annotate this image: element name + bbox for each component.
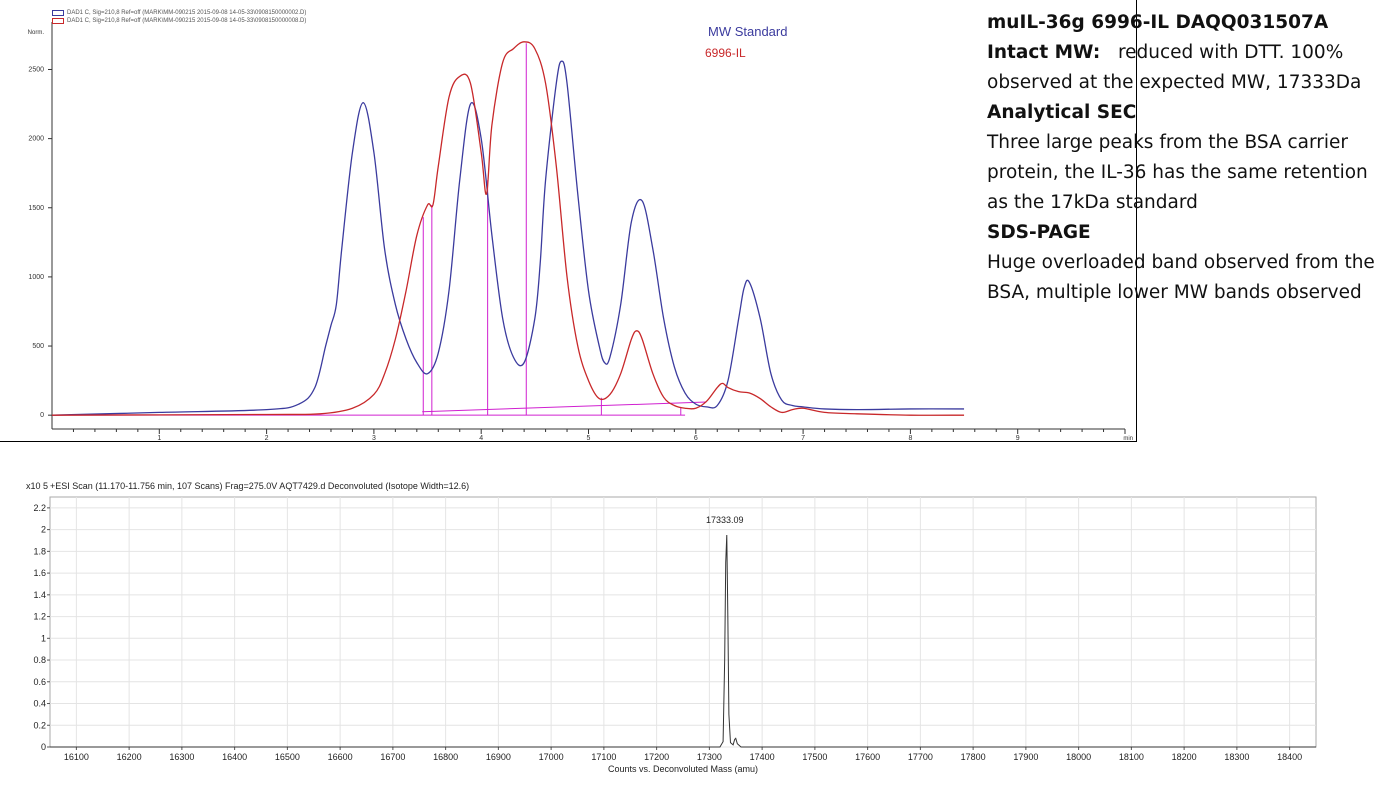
notes-sds-label: SDS-PAGE (987, 222, 1091, 243)
ms-x-tick-label: 17300 (697, 752, 722, 762)
notes-sds-text: Huge overloaded band observed from the B… (987, 252, 1375, 303)
x-tick-label: 8 (908, 435, 912, 442)
ms-x-tick-label: 17200 (644, 752, 669, 762)
notes-intact-label: Intact MW: (987, 42, 1101, 63)
y-tick-label: 0 (40, 412, 44, 419)
ms-x-tick-label: 17000 (539, 752, 564, 762)
y-tick-label: 1500 (28, 205, 44, 212)
y-tick-label: 1000 (28, 274, 44, 281)
ms-x-tick-label: 17900 (1013, 752, 1038, 762)
ms-x-tick-label: 16900 (486, 752, 511, 762)
annotation-mw-standard: MW Standard (708, 24, 788, 39)
ms-y-tick-label: 0.6 (33, 677, 46, 687)
ms-x-tick-label: 18100 (1119, 752, 1144, 762)
notes-title: muIL-36g 6996-IL DAQQ031507A (987, 12, 1329, 33)
ms-x-tick-label: 18000 (1066, 752, 1091, 762)
ms-chart-panel: 0 0.2 0.4 0.6 0.8 1 1.2 1.4 1.6 1.8 2 2.2 16100 16200… (0, 475, 1322, 785)
trace-standard (51, 60, 965, 416)
legend-text-standard: DAD1 C, Sig=210,8 Ref=off (MARK\MM-09021… (67, 9, 307, 16)
ms-x-tick-label: 16800 (433, 752, 458, 762)
ms-x-tick-label: 17600 (855, 752, 880, 762)
ms-chart: 0 0.2 0.4 0.6 0.8 1 1.2 1.4 1.6 1.8 2 2.2 16100 16200… (33, 496, 1317, 774)
legend-entry-sample: DAD1 C, Sig=210,8 Ref=off (MARK\MM-09021… (52, 17, 306, 24)
y-tick-label: 2500 (28, 66, 44, 73)
legend-text-sample: DAD1 C, Sig=210,8 Ref=off (MARK\MM-09021… (67, 17, 307, 24)
y-axis-label: Norm. (28, 30, 45, 36)
notes-sec-text: Three large peaks from the BSA carrier p… (987, 132, 1368, 213)
ms-x-tick-label: 16600 (328, 752, 353, 762)
ms-peak-label: 17333.09 (706, 515, 744, 525)
y-tick-label: 2000 (28, 136, 44, 143)
x-tick-label: 7 (801, 435, 805, 442)
y-tick-label: 500 (32, 343, 44, 350)
trace-6996-il (51, 41, 965, 416)
ms-x-tick-label: 16700 (380, 752, 405, 762)
ms-x-tick-label: 16500 (275, 752, 300, 762)
ms-x-tick-label: 18300 (1224, 752, 1249, 762)
sec-chart-panel: 0 500 1000 1500 2000 2500 Norm. 1 2 3 4 5 6 7 8 9 min DA… (0, 0, 1137, 442)
ms-x-tick-label: 16400 (222, 752, 247, 762)
ms-y-exponent: x10 5 (26, 481, 49, 491)
x-tick-label: 9 (1016, 435, 1020, 442)
legend-entry-standard: DAD1 C, Sig=210,8 Ref=off (MARK\MM-09021… (52, 9, 306, 16)
ms-plot-area (49, 496, 1317, 748)
ms-y-tick-label: 1.8 (33, 546, 46, 556)
x-tick-label: 2 (265, 435, 269, 442)
x-tick-label: 4 (479, 435, 483, 442)
ms-y-tick-label: 1.4 (33, 590, 46, 600)
notes-intact: Intact MW: reduced with DTT. 100% observ… (987, 38, 1379, 98)
ms-y-tick-label: 1 (41, 633, 46, 643)
integration-baseline-sloped (422, 401, 707, 413)
ms-x-tick-label: 18400 (1277, 752, 1302, 762)
ms-y-tick-label: 2 (41, 525, 46, 535)
sec-chart: 0 500 1000 1500 2000 2500 Norm. 1 2 3 4 5 6 7 8 9 min (28, 22, 1133, 442)
legend-swatch-standard (52, 9, 64, 16)
ms-x-tick-label: 17700 (908, 752, 933, 762)
x-tick-label: 6 (694, 435, 698, 442)
x-tick-label: 3 (372, 435, 376, 442)
ms-x-tick-label: 17800 (961, 752, 986, 762)
annotation-6996-il: 6996-IL (705, 46, 746, 60)
ms-y-tick-label: 2.2 (33, 503, 46, 513)
ms-chart-title: +ESI Scan (11.170-11.756 min, 107 Scans)… (50, 481, 470, 491)
ms-x-tick-label: 16200 (117, 752, 142, 762)
ms-y-tick-label: 1.6 (33, 568, 46, 578)
notes-panel: muIL-36g 6996-IL DAQQ031507A Intact MW: … (987, 8, 1379, 308)
ms-x-tick-label: 16100 (64, 752, 89, 762)
ms-y-tick-label: 1.2 (33, 612, 46, 622)
ms-x-tick-label: 16300 (169, 752, 194, 762)
x-tick-label: 5 (587, 435, 591, 442)
ms-y-tick-label: 0.4 (33, 699, 46, 709)
ms-x-tick-label: 17400 (750, 752, 775, 762)
legend-swatch-sample (52, 17, 64, 24)
x-axis-unit: min (1123, 436, 1133, 442)
ms-x-tick-label: 17100 (591, 752, 616, 762)
x-tick-label: 1 (157, 435, 161, 442)
ms-y-tick-label: 0.8 (33, 655, 46, 665)
notes-sec-label: Analytical SEC (987, 102, 1137, 123)
ms-y-tick-label: 0.2 (33, 720, 46, 730)
ms-x-tick-label: 18200 (1172, 752, 1197, 762)
ms-x-axis-label: Counts vs. Deconvoluted Mass (amu) (608, 764, 758, 774)
ms-y-tick-label: 0 (41, 742, 46, 752)
ms-x-tick-label: 17500 (802, 752, 827, 762)
